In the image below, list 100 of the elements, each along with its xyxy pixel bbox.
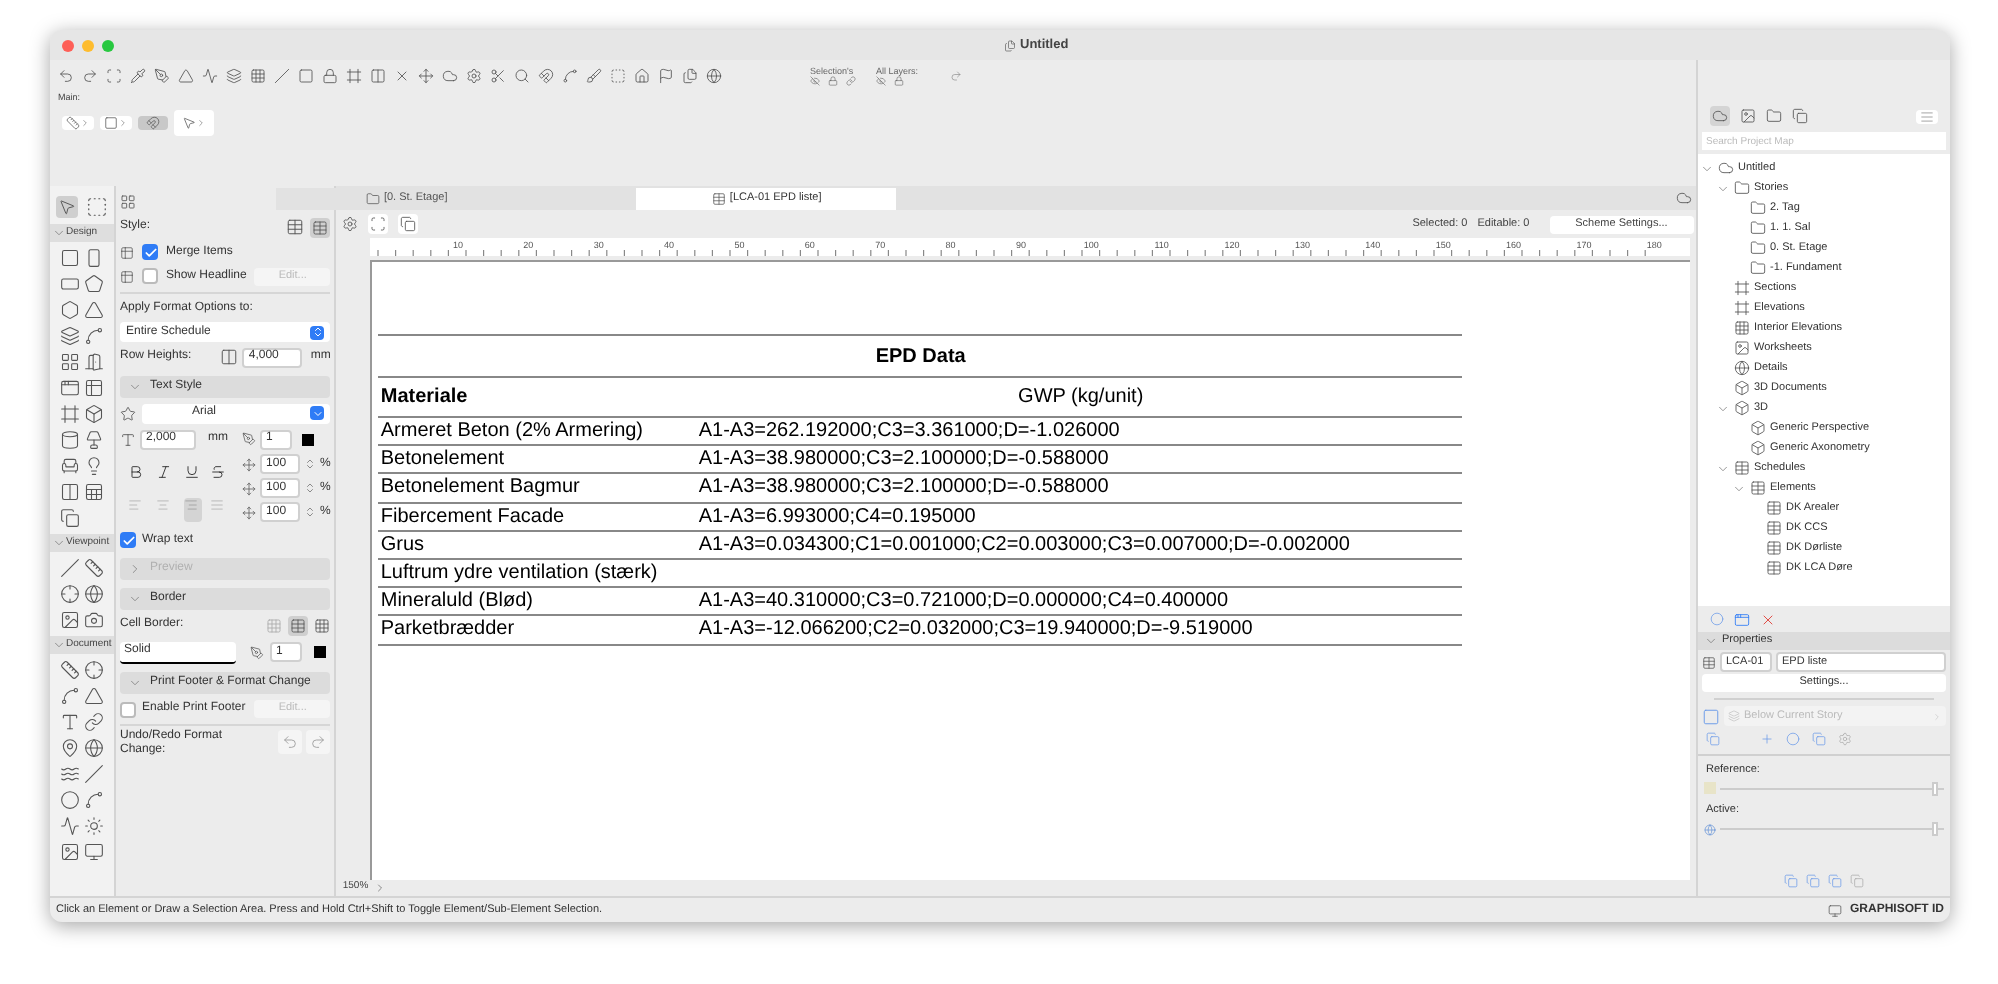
fit-button[interactable] — [368, 214, 389, 234]
copy-icon[interactable] — [60, 508, 80, 528]
link-icon[interactable] — [84, 712, 104, 732]
layers-icon[interactable] — [226, 68, 242, 84]
line-graph-icon[interactable] — [202, 68, 218, 84]
caret-icon[interactable] — [52, 638, 66, 652]
caret-icon[interactable] — [1716, 401, 1730, 415]
eye-off-icon[interactable] — [810, 76, 820, 86]
toolbar-button[interactable] — [138, 115, 168, 129]
slider-handle[interactable] — [1931, 781, 1938, 796]
arrow-tool[interactable] — [56, 196, 78, 218]
flag-icon[interactable] — [658, 68, 674, 84]
house-icon[interactable] — [634, 68, 650, 84]
toolbar-button[interactable] — [174, 109, 214, 135]
lock-icon[interactable] — [828, 76, 838, 86]
grid-icon[interactable] — [120, 194, 136, 210]
pipette-icon[interactable] — [130, 68, 146, 84]
table-icon[interactable] — [286, 217, 305, 235]
active-slider[interactable] — [1720, 822, 1944, 836]
star-icon[interactable] — [120, 405, 136, 421]
cloud-icon[interactable] — [442, 68, 458, 84]
reference-swatch[interactable] — [1704, 782, 1716, 795]
text-size-icon[interactable] — [120, 431, 136, 447]
checkbox[interactable] — [120, 532, 136, 548]
globe-icon[interactable] — [84, 738, 104, 758]
border-style-button[interactable] — [288, 615, 309, 635]
sun-icon[interactable] — [84, 816, 104, 836]
chair-icon[interactable] — [60, 456, 80, 476]
frame-icon[interactable] — [346, 68, 362, 84]
close-icon[interactable] — [1760, 611, 1776, 627]
camera-icon[interactable] — [84, 610, 104, 630]
redo-icon[interactable] — [950, 70, 963, 82]
caret-icon[interactable] — [52, 226, 66, 240]
caret-icon[interactable] — [128, 676, 142, 690]
brush-icon[interactable] — [586, 68, 602, 84]
toolbar-button[interactable] — [62, 115, 94, 129]
pen-color-swatch[interactable] — [314, 646, 326, 658]
curve-icon[interactable] — [84, 326, 104, 346]
cylinder-icon[interactable] — [60, 430, 80, 450]
slash-icon[interactable] — [274, 68, 290, 84]
crosshair-icon[interactable] — [84, 660, 104, 680]
image-icon[interactable] — [60, 610, 80, 630]
lock-icon[interactable] — [322, 68, 338, 84]
caret-icon[interactable] — [1704, 634, 1718, 648]
undo-icon[interactable] — [58, 68, 74, 84]
project-map-button[interactable] — [1710, 106, 1730, 126]
polyline-icon[interactable] — [60, 816, 80, 836]
columns-icon[interactable] — [60, 482, 80, 502]
close-window-button[interactable] — [62, 39, 74, 51]
folder-icon[interactable] — [1766, 108, 1782, 124]
layers-icon[interactable] — [60, 326, 80, 346]
settings-icon[interactable] — [466, 68, 482, 84]
door-icon[interactable] — [84, 352, 104, 372]
slider-handle[interactable] — [1931, 822, 1938, 836]
scan-icon[interactable] — [106, 68, 122, 84]
move-icon[interactable] — [418, 68, 434, 84]
bulb-icon[interactable] — [84, 456, 104, 476]
crosshair-icon[interactable] — [60, 584, 80, 604]
table-style-button[interactable] — [310, 217, 331, 237]
pen-icon[interactable] — [250, 645, 264, 659]
eye-off-icon[interactable] — [876, 76, 886, 86]
table-icon[interactable] — [84, 378, 104, 398]
triangle-icon[interactable] — [84, 300, 104, 320]
square-icon[interactable] — [298, 68, 314, 84]
pen-icon[interactable] — [154, 68, 170, 84]
pin-icon[interactable] — [60, 738, 80, 758]
pen-icon[interactable] — [242, 432, 256, 446]
monitor-icon[interactable] — [1827, 903, 1842, 917]
circle-icon[interactable] — [60, 790, 80, 810]
cross-icon[interactable] — [394, 68, 410, 84]
strikethrough-icon[interactable] — [210, 464, 227, 480]
bold-icon[interactable] — [128, 464, 144, 480]
table-icon[interactable] — [120, 269, 134, 283]
folder-icon[interactable] — [365, 192, 380, 206]
table-icon[interactable] — [120, 245, 134, 259]
caret-icon[interactable] — [128, 592, 142, 606]
grid-icon[interactable] — [60, 352, 80, 372]
scissors-icon[interactable] — [490, 68, 506, 84]
line-icon[interactable] — [84, 764, 104, 784]
wide-rectangle-icon[interactable] — [60, 274, 80, 294]
marquee-icon[interactable] — [86, 196, 108, 218]
line-icon[interactable] — [60, 558, 80, 578]
frame-icon[interactable] — [60, 404, 80, 424]
globe-icon[interactable] — [84, 584, 104, 604]
checkbox[interactable] — [142, 268, 158, 284]
copy-icon[interactable] — [1792, 108, 1808, 124]
globe-icon[interactable] — [706, 68, 722, 84]
ruler-icon[interactable] — [60, 660, 80, 680]
caret-icon[interactable] — [128, 380, 142, 394]
files-icon[interactable] — [682, 68, 698, 84]
table-icon[interactable] — [1702, 655, 1716, 669]
square-icon[interactable] — [60, 248, 80, 268]
sync-button[interactable] — [398, 214, 419, 234]
lamp-icon[interactable] — [84, 430, 104, 450]
text-icon[interactable] — [60, 712, 80, 732]
grid-icon[interactable] — [314, 617, 331, 633]
pen-color-swatch[interactable] — [302, 433, 314, 445]
waves-icon[interactable] — [60, 764, 80, 784]
columns-icon[interactable] — [370, 68, 386, 84]
redo-icon[interactable] — [82, 68, 98, 84]
